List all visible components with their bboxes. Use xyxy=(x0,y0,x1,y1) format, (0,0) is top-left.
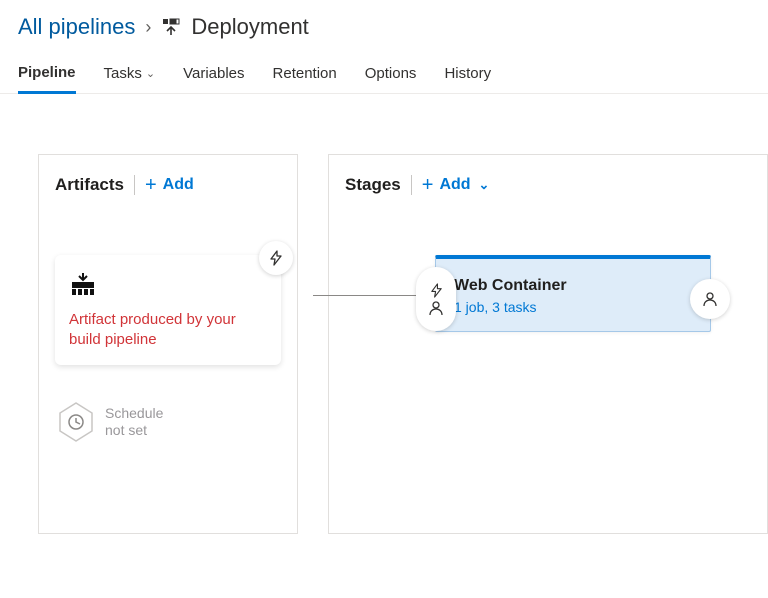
add-artifact-button[interactable]: + Add xyxy=(145,175,194,195)
schedule-label: Schedule not set xyxy=(105,405,163,439)
breadcrumb: All pipelines › Deployment xyxy=(0,0,768,50)
chevron-right-icon: › xyxy=(145,17,151,38)
artifacts-title: Artifacts xyxy=(55,175,124,195)
schedule-row[interactable]: Schedule not set xyxy=(55,401,281,443)
post-deployment-conditions-button[interactable] xyxy=(690,279,730,319)
tab-tasks-label: Tasks xyxy=(104,65,142,82)
schedule-icon xyxy=(57,401,95,443)
lightning-icon xyxy=(268,250,284,266)
divider xyxy=(134,175,135,195)
pipeline-canvas: Artifacts + Add xyxy=(0,94,768,534)
tab-retention[interactable]: Retention xyxy=(273,56,337,93)
trigger-button[interactable] xyxy=(259,241,293,275)
divider xyxy=(411,175,412,195)
stage-wrap: Web Container 1 job, 3 tasks xyxy=(435,255,751,332)
plus-icon: + xyxy=(145,175,157,195)
build-artifact-icon xyxy=(69,271,267,302)
stage-detail-link[interactable]: 1 job, 3 tasks xyxy=(454,299,692,315)
plus-icon: + xyxy=(422,175,434,195)
pre-deployment-conditions-button[interactable] xyxy=(416,267,456,331)
tab-history[interactable]: History xyxy=(444,56,491,93)
add-stage-button[interactable]: + Add ⌄ xyxy=(422,175,490,195)
chevron-down-icon: ⌄ xyxy=(479,177,490,193)
tab-pipeline[interactable]: Pipeline xyxy=(18,56,76,94)
stage-card[interactable]: Web Container 1 job, 3 tasks xyxy=(435,255,711,332)
deployment-icon xyxy=(161,17,181,37)
tab-tasks[interactable]: Tasks ⌄ xyxy=(104,56,156,93)
person-icon xyxy=(702,291,718,307)
tab-variables[interactable]: Variables xyxy=(183,56,244,93)
page-title: Deployment xyxy=(191,14,308,40)
stages-panel: Stages + Add ⌄ xyxy=(328,154,768,534)
person-icon xyxy=(428,300,444,316)
add-artifact-label: Add xyxy=(163,176,194,194)
stages-title: Stages xyxy=(345,175,401,195)
artifacts-header: Artifacts + Add xyxy=(55,175,281,195)
connector-line xyxy=(313,295,417,296)
tab-options[interactable]: Options xyxy=(365,56,417,93)
stage-name: Web Container xyxy=(454,277,692,295)
stages-header: Stages + Add ⌄ xyxy=(345,175,751,195)
chevron-down-icon: ⌄ xyxy=(146,67,155,80)
artifact-description: Artifact produced by your build pipeline xyxy=(69,310,267,351)
add-stage-label: Add xyxy=(439,176,470,194)
breadcrumb-root-link[interactable]: All pipelines xyxy=(18,14,135,40)
artifact-card[interactable]: Artifact produced by your build pipeline xyxy=(55,255,281,365)
artifacts-panel: Artifacts + Add xyxy=(38,154,298,534)
lightning-icon xyxy=(429,283,444,298)
tabs-bar: Pipeline Tasks ⌄ Variables Retention Opt… xyxy=(0,50,768,94)
